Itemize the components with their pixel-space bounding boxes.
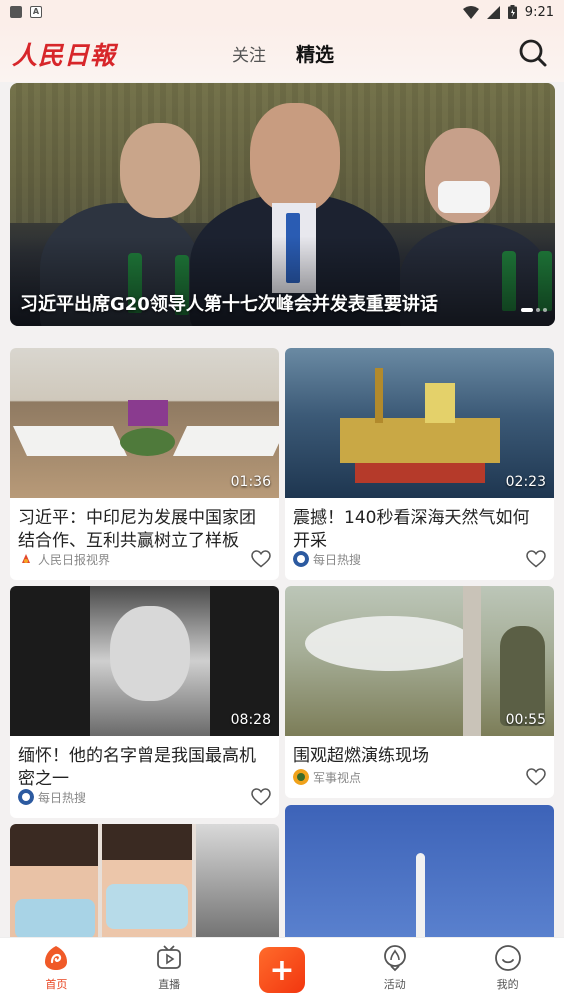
card-meta: 军事视点 bbox=[285, 768, 554, 786]
video-thumbnail: 00:55 bbox=[285, 586, 554, 736]
notification-a-icon: A bbox=[30, 6, 42, 18]
card-title: 围观超燃演练现场 bbox=[293, 746, 429, 766]
carousel-dots[interactable] bbox=[521, 308, 547, 312]
rig-tower bbox=[375, 368, 383, 423]
source-logo-icon bbox=[293, 769, 309, 785]
status-left: A bbox=[10, 6, 42, 18]
heart-icon[interactable] bbox=[251, 788, 271, 806]
room-table-left bbox=[13, 426, 127, 456]
hero-person-center-head bbox=[250, 103, 340, 213]
hero-banner[interactable]: 习近平出席G20领导人第十七次峰会并发表重要讲话 bbox=[10, 83, 555, 326]
pole bbox=[463, 586, 481, 736]
app-logo: 人民日報 bbox=[12, 41, 117, 70]
video-duration: 00:55 bbox=[505, 712, 546, 728]
home-icon bbox=[45, 946, 68, 970]
nav-activity[interactable]: 活动 bbox=[338, 938, 451, 1002]
heart-icon[interactable] bbox=[526, 768, 546, 786]
activity-icon bbox=[383, 945, 406, 972]
room-flowers bbox=[120, 428, 175, 456]
video-thumbnail: 08:28 bbox=[10, 586, 279, 736]
smoke-plume bbox=[305, 616, 475, 671]
search-icon[interactable] bbox=[518, 38, 548, 68]
room-screen bbox=[128, 400, 168, 426]
hero-person-right-mask bbox=[438, 181, 490, 213]
top-tabs: 关注 精选 bbox=[232, 40, 334, 67]
nav-activity-label: 活动 bbox=[383, 978, 406, 991]
family-photo bbox=[196, 824, 279, 944]
nav-publish[interactable]: + bbox=[226, 938, 339, 1002]
video-duration: 02:23 bbox=[505, 474, 546, 490]
source-name: 每日热搜 bbox=[38, 790, 87, 805]
video-card[interactable]: 08:28 缅怀！他的名字曾是我国最高机密之一 每日热搜 bbox=[10, 586, 279, 818]
card-title: 缅怀！他的名字曾是我国最高机密之一 bbox=[18, 746, 256, 789]
video-thumbnail bbox=[285, 805, 554, 945]
carousel-dot[interactable] bbox=[543, 308, 547, 312]
status-bar: A 9:21 bbox=[0, 0, 564, 24]
card-title: 习近平：中印尼为发展中国家团结合作、互利共赢树立了样板 bbox=[18, 508, 256, 551]
video-thumbnail: 01:36 bbox=[10, 348, 279, 498]
soldier bbox=[500, 626, 545, 726]
app-header: 人民日報 关注 精选 bbox=[0, 24, 564, 82]
battery-icon bbox=[507, 5, 517, 19]
nav-home-label: 首页 bbox=[45, 978, 68, 991]
child-mask bbox=[106, 884, 188, 929]
card-title: 震撼！140秒看深海天然气如何开采 bbox=[293, 508, 530, 551]
video-thumbnail bbox=[10, 824, 279, 944]
rig-legs bbox=[355, 463, 485, 483]
status-right: 9:21 bbox=[462, 4, 554, 20]
card-meta: 人民日报视界 bbox=[10, 550, 279, 568]
hero-person-left-head bbox=[120, 123, 200, 218]
hero-title: 习近平出席G20领导人第十七次峰会并发表重要讲话 bbox=[20, 294, 438, 315]
video-duration: 08:28 bbox=[230, 712, 271, 728]
carousel-dot[interactable] bbox=[536, 308, 540, 312]
rocket bbox=[416, 853, 425, 945]
source-name: 人民日报视界 bbox=[38, 552, 111, 567]
nav-profile[interactable]: 我的 bbox=[451, 938, 564, 1002]
clock: 9:21 bbox=[524, 4, 554, 20]
source-logo-icon bbox=[293, 551, 309, 567]
nav-live-label: 直播 bbox=[158, 978, 181, 991]
smile-profile-icon bbox=[494, 945, 521, 971]
rig-tower bbox=[425, 383, 455, 423]
nav-profile-label: 我的 bbox=[496, 978, 519, 991]
video-thumbnail: 02:23 bbox=[285, 348, 554, 498]
nav-home[interactable]: 首页 bbox=[0, 938, 113, 1002]
video-card[interactable]: 00:55 围观超燃演练现场 军事视点 bbox=[285, 586, 554, 798]
video-card[interactable] bbox=[10, 824, 279, 944]
heart-icon[interactable] bbox=[251, 550, 271, 568]
video-card[interactable]: 01:36 习近平：中印尼为发展中国家团结合作、互利共赢树立了样板 人民日报视界 bbox=[10, 348, 279, 580]
portrait-face bbox=[110, 606, 190, 701]
video-card[interactable] bbox=[285, 805, 554, 945]
signal-icon bbox=[486, 5, 500, 19]
notification-icon bbox=[10, 6, 22, 18]
live-tv-icon bbox=[157, 945, 182, 969]
source-logo-icon bbox=[18, 551, 34, 567]
card-meta: 每日热搜 bbox=[285, 550, 554, 568]
bottom-nav: 首页 直播 + 活动 我的 bbox=[0, 937, 564, 1002]
source-logo-icon bbox=[18, 789, 34, 805]
child-mask bbox=[15, 899, 95, 939]
heart-icon[interactable] bbox=[526, 550, 546, 568]
card-meta: 每日热搜 bbox=[10, 788, 279, 806]
rig-deck bbox=[340, 418, 500, 463]
carousel-dot-active[interactable] bbox=[521, 308, 533, 312]
plus-icon: + bbox=[258, 947, 305, 993]
video-card[interactable]: 02:23 震撼！140秒看深海天然气如何开采 每日热搜 bbox=[285, 348, 554, 580]
nav-live[interactable]: 直播 bbox=[113, 938, 226, 1002]
source-name: 每日热搜 bbox=[313, 552, 362, 567]
video-duration: 01:36 bbox=[230, 474, 271, 490]
wifi-icon bbox=[462, 5, 479, 19]
tab-follow[interactable]: 关注 bbox=[232, 41, 266, 66]
tab-featured[interactable]: 精选 bbox=[296, 40, 334, 67]
source-name: 军事视点 bbox=[313, 770, 362, 785]
room-table-right bbox=[173, 426, 279, 456]
